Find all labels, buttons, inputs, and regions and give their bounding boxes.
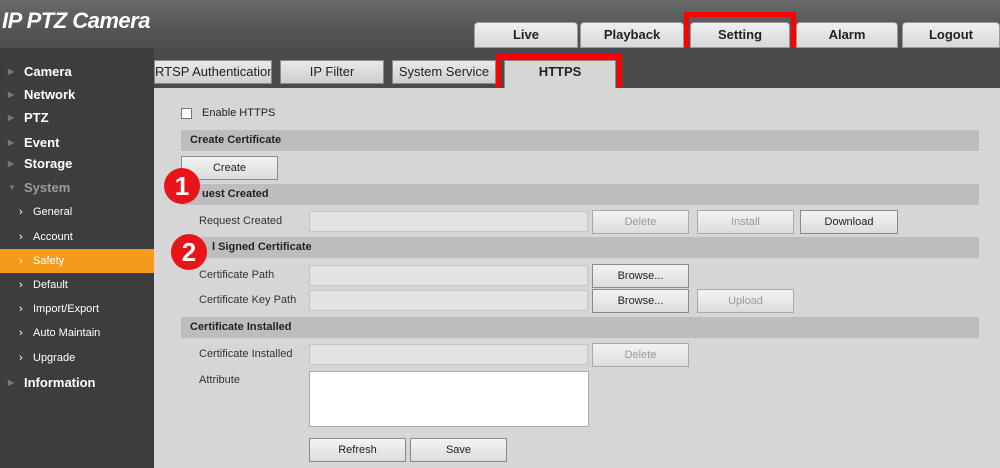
enable-https-label: Enable HTTPS: [202, 107, 276, 119]
sidebar-item-ptz[interactable]: ▶ PTZ: [0, 106, 154, 130]
tab-playback[interactable]: Playback: [580, 22, 684, 48]
save-button[interactable]: Save: [410, 438, 507, 462]
chevron-right-icon: ›: [19, 303, 23, 315]
tab-rtsp-authentication[interactable]: RTSP Authentication: [154, 60, 272, 84]
upload-button[interactable]: Upload: [697, 289, 794, 313]
chevron-right-icon: ›: [19, 279, 23, 291]
tab-ip-filter[interactable]: IP Filter: [280, 60, 384, 84]
request-created-label: Request Created: [199, 215, 283, 227]
certificate-key-path-field[interactable]: [309, 290, 588, 311]
refresh-button[interactable]: Refresh: [309, 438, 406, 462]
install-button[interactable]: Install: [697, 210, 794, 234]
chevron-right-icon: ▶: [8, 378, 15, 387]
sidebar-item-label: System: [24, 180, 71, 195]
sidebar-subitem-label: Safety: [33, 255, 65, 267]
tab-alarm[interactable]: Alarm: [796, 22, 898, 48]
sidebar-item-label: Storage: [24, 156, 73, 171]
delete-request-button[interactable]: Delete: [592, 210, 689, 234]
attribute-label: Attribute: [199, 374, 240, 386]
sidebar-subitem-auto-maintain[interactable]: › Auto Maintain: [0, 321, 154, 345]
certificate-path-label: Certificate Path: [199, 269, 275, 281]
sidebar-item-camera[interactable]: ▶ Camera: [0, 60, 154, 84]
sidebar-item-network[interactable]: ▶ Network: [0, 83, 154, 107]
tab-system-service[interactable]: System Service: [392, 60, 496, 84]
certificate-installed-label: Certificate Installed: [199, 348, 293, 360]
chevron-right-icon: ▶: [8, 159, 15, 168]
request-created-field[interactable]: [309, 211, 588, 232]
sidebar-subitem-label: General: [33, 206, 73, 218]
download-button[interactable]: Download: [800, 210, 898, 234]
sidebar-item-label: Information: [24, 375, 96, 390]
step-badge-1: 1: [164, 168, 200, 204]
sidebar-item-system[interactable]: ▼ System: [0, 176, 154, 200]
sidebar-subitem-import-export[interactable]: › Import/Export: [0, 297, 154, 321]
sidebar-item-label: PTZ: [24, 110, 49, 125]
chevron-right-icon: ▶: [8, 67, 15, 76]
tab-live[interactable]: Live: [474, 22, 578, 48]
sidebar-subitem-label: Auto Maintain: [33, 327, 101, 339]
chevron-right-icon: ›: [19, 255, 23, 267]
chevron-right-icon: ▶: [8, 113, 15, 122]
certificate-key-path-label: Certificate Key Path: [199, 294, 297, 306]
sidebar-subitem-label: Account: [33, 231, 73, 243]
sidebar-subitem-label: Import/Export: [33, 303, 100, 315]
sidebar-subitem-label: Upgrade: [33, 352, 76, 364]
sidebar-subitem-upgrade[interactable]: › Upgrade: [0, 346, 154, 370]
sidebar-subitem-general[interactable]: › General: [0, 200, 154, 224]
section-create-certificate: Create Certificate: [181, 130, 979, 151]
chevron-down-icon: ▼: [8, 183, 16, 192]
attribute-textarea[interactable]: [309, 371, 589, 427]
certificate-path-field[interactable]: [309, 265, 588, 286]
section-signed-certificate: l Signed Certificate: [181, 237, 979, 258]
section-request-created: uest Created: [181, 184, 979, 205]
sidebar-item-label: Network: [24, 87, 76, 102]
tab-logout[interactable]: Logout: [902, 22, 1000, 48]
sidebar-subitem-safety[interactable]: › Safety: [0, 249, 154, 273]
section-certificate-installed: Certificate Installed: [181, 317, 979, 338]
sidebar-subitem-label: Default: [33, 279, 68, 291]
browse-key-button[interactable]: Browse...: [592, 289, 689, 313]
sidebar-item-storage[interactable]: ▶ Storage: [0, 152, 154, 176]
chevron-right-icon: ›: [19, 352, 23, 364]
enable-https-checkbox[interactable]: [181, 108, 192, 119]
sidebar-item-label: Camera: [24, 64, 72, 79]
app-title: IP PTZ Camera: [2, 8, 150, 33]
chevron-right-icon: ▶: [8, 90, 15, 99]
certificate-installed-field[interactable]: [309, 344, 588, 365]
delete-installed-button[interactable]: Delete: [592, 343, 689, 367]
chevron-right-icon: ›: [19, 231, 23, 243]
sidebar-item-information[interactable]: ▶ Information: [0, 371, 154, 395]
sidebar-subitem-account[interactable]: › Account: [0, 225, 154, 249]
browse-certificate-button[interactable]: Browse...: [592, 264, 689, 288]
sidebar-subitem-default[interactable]: › Default: [0, 273, 154, 297]
step-badge-2: 2: [171, 234, 207, 270]
chevron-right-icon: ›: [19, 206, 23, 218]
chevron-right-icon: ›: [19, 327, 23, 339]
